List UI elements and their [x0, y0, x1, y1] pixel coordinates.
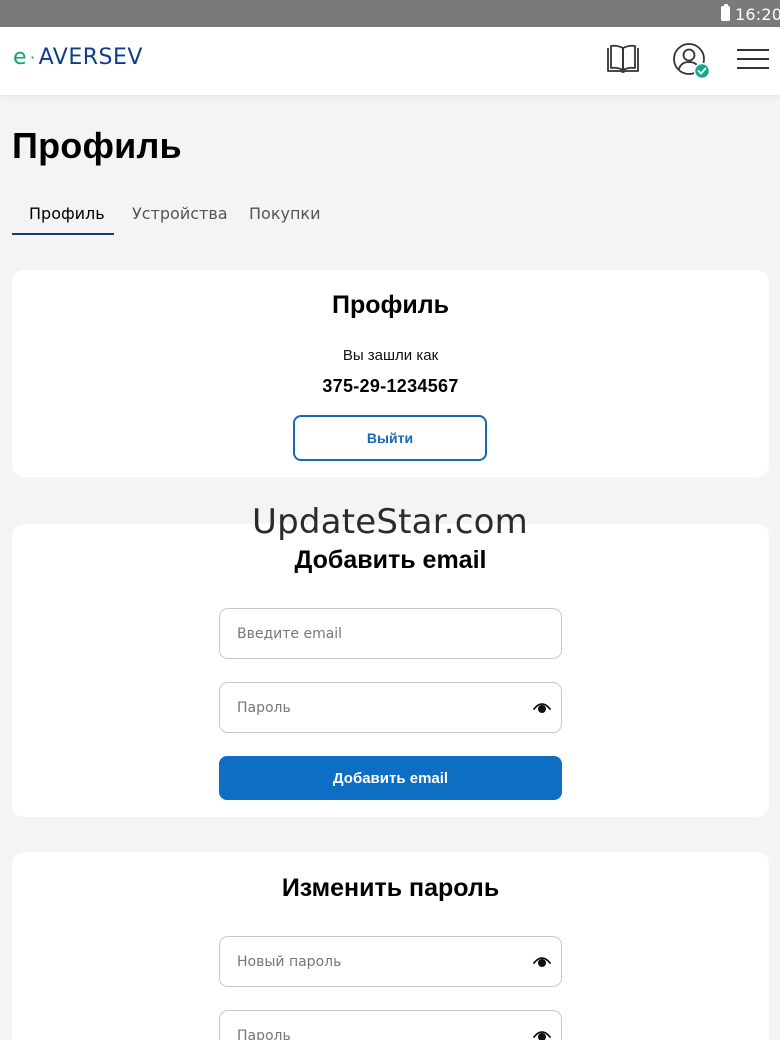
email-password-field-wrapper [219, 682, 562, 733]
status-bar: 16:20 [0, 0, 780, 27]
current-password-field-wrapper [219, 1010, 562, 1040]
change-password-card-title: Изменить пароль [281, 874, 500, 902]
profile-card: Профиль Вы зашли как 375-29-1234567 Выйт… [12, 270, 769, 477]
hamburger-menu-icon[interactable] [737, 47, 769, 71]
logo-brand: AVERSEV [38, 44, 143, 70]
tab-purchases[interactable]: Покупки [249, 204, 320, 223]
tab-bar: Профиль Устройства Покупки [12, 196, 332, 236]
tab-devices[interactable]: Устройства [132, 204, 228, 223]
tab-profile[interactable]: Профиль [29, 204, 105, 223]
watermark: UpdateStar.com [252, 502, 528, 542]
add-email-card-title: Добавить email [294, 546, 487, 574]
add-email-button[interactable]: Добавить email [219, 756, 562, 800]
logo-prefix: e [13, 44, 28, 70]
email-password-input[interactable] [220, 683, 561, 732]
eye-icon[interactable] [533, 954, 551, 968]
add-email-card: Добавить email Добавить email [12, 524, 769, 817]
phone-number: 375-29-1234567 [322, 376, 459, 396]
battery-icon [721, 4, 730, 21]
book-icon[interactable] [606, 43, 640, 75]
eye-icon[interactable] [533, 1028, 551, 1040]
user-verified-icon[interactable] [672, 42, 712, 82]
active-tab-indicator [12, 233, 114, 235]
email-field-wrapper [219, 608, 562, 659]
new-password-field-wrapper [219, 936, 562, 987]
new-password-input[interactable] [220, 937, 561, 986]
email-input[interactable] [220, 609, 561, 658]
top-bar: e · AVERSEV [0, 27, 780, 95]
logo-dot: · [30, 47, 36, 67]
change-password-card: Изменить пароль [12, 852, 769, 1040]
profile-card-title: Профиль [331, 291, 449, 319]
status-time: 16:20 [735, 5, 780, 24]
logged-in-label: Вы зашли как [342, 347, 439, 364]
page-title: Профиль [12, 125, 182, 166]
logout-button[interactable]: Выйти [293, 415, 487, 461]
current-password-input[interactable] [220, 1011, 561, 1040]
logo[interactable]: e · AVERSEV [13, 42, 143, 72]
eye-icon[interactable] [533, 700, 551, 714]
